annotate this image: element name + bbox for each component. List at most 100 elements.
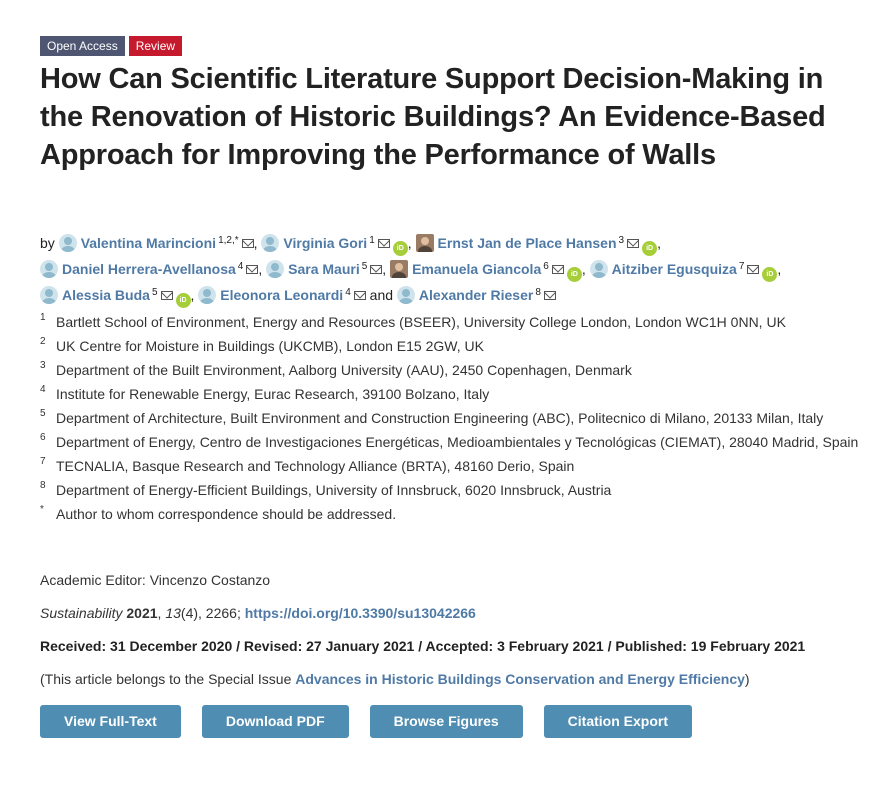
author-item: Emanuela Giancola 6iD, [390, 260, 586, 282]
affiliation-text: UK Centre for Moisture in Buildings (UKC… [56, 338, 484, 354]
author-link[interactable]: Daniel Herrera-Avellanosa [62, 261, 236, 277]
author-affiliation-sup: 6 [543, 261, 549, 272]
action-buttons: View Full-Text Download PDF Browse Figur… [40, 705, 692, 738]
affiliation-number: 3 [40, 360, 46, 371]
author-list: by Valentina Marincioni 1,2,*, Virginia G… [40, 230, 870, 308]
download-pdf-button[interactable]: Download PDF [201, 705, 349, 738]
citation-issue-pages: (4), 2266; [180, 605, 241, 621]
affiliation-text: TECNALIA, Basque Research and Technology… [56, 458, 575, 474]
special-issue-link[interactable]: Advances in Historic Buildings Conservat… [295, 671, 745, 687]
author-link[interactable]: Valentina Marincioni [81, 235, 216, 251]
avatar-icon [40, 286, 58, 304]
orcid-icon[interactable]: iD [392, 241, 408, 256]
email-icon[interactable] [160, 291, 173, 300]
author-item: Sara Mauri 5, [266, 260, 386, 278]
affiliation-item: 2 UK Centre for Moisture in Buildings (UK… [40, 336, 860, 356]
author-link[interactable]: Eleonora Leonardi [220, 287, 343, 303]
affiliation-number: 2 [40, 336, 46, 347]
email-icon[interactable] [747, 265, 760, 274]
author-item: Aitziber Egusquiza 7iD, [589, 260, 781, 282]
email-icon[interactable] [377, 239, 390, 248]
special-issue-suffix: ) [744, 671, 750, 687]
citation-year: 2021 [126, 605, 158, 621]
author-item: Alessia Buda 5iD, [40, 286, 194, 308]
citation-line: Sustainability 2021, 13(4), 2266; https:… [40, 605, 476, 621]
email-icon[interactable] [353, 291, 366, 300]
and-label: and [369, 287, 394, 303]
affiliation-number: 1 [40, 312, 46, 323]
doi-link[interactable]: https://doi.org/10.3390/su13042266 [245, 605, 476, 621]
orcid-icon[interactable]: iD [566, 267, 582, 282]
author-affiliation-sup: 8 [535, 287, 541, 298]
author-affiliation-sup: 4 [237, 261, 244, 272]
publication-dates: Received: 31 December 2020 / Revised: 27… [40, 638, 806, 654]
author-affiliation-sup: 5 [151, 287, 158, 298]
affiliation-list: 1 Bartlett School of Environment, Energy … [40, 312, 860, 528]
avatar-icon [261, 234, 280, 252]
email-icon[interactable] [627, 239, 640, 248]
affiliation-number: * [40, 504, 44, 515]
affiliation-number: 6 [40, 432, 46, 443]
author-item: Virginia Gori 1iD, [261, 234, 412, 256]
badges: Open Access Review [40, 36, 183, 56]
academic-editor: Academic Editor: Vincenzo Costanzo [40, 572, 271, 588]
email-icon[interactable] [241, 239, 254, 248]
affiliation-number: 8 [40, 480, 46, 491]
affiliation-text: Department of Energy, Centro de Investig… [56, 434, 859, 450]
by-label: by [40, 235, 55, 251]
author-affiliation-sup: 4 [345, 287, 351, 298]
email-icon[interactable] [246, 265, 259, 274]
affiliation-number: 5 [40, 408, 46, 419]
avatar-icon [58, 234, 77, 252]
orcid-icon[interactable]: iD [175, 293, 191, 308]
affiliation-item: 4 Institute for Renewable Energy, Eurac R… [40, 384, 860, 404]
author-link[interactable]: Alessia Buda [62, 287, 150, 303]
author-affiliation-sup: 3 [618, 235, 625, 246]
affiliation-text: Department of the Built Environment, Aal… [56, 362, 632, 378]
affiliation-item: 3 Department of the Built Environment, Aa… [40, 360, 860, 380]
avatar-icon [415, 234, 434, 252]
author-affiliation-sup: 1,2,* [218, 235, 239, 246]
avatar-icon [198, 286, 217, 304]
author-link[interactable]: Virginia Gori [283, 235, 367, 251]
citation-volume: 13 [165, 605, 181, 621]
review-badge: Review [128, 36, 183, 56]
article-title: How Can Scientific Literature Support De… [40, 63, 826, 171]
affiliation-item: 1 Bartlett School of Environment, Energy … [40, 312, 860, 332]
avatar-icon [589, 260, 608, 278]
affiliation-text: Author to whom correspondence should be … [56, 506, 397, 522]
affiliation-text: Department of Architecture, Built Enviro… [56, 410, 824, 426]
orcid-icon[interactable]: iD [642, 241, 658, 256]
affiliation-text: Department of Energy-Efficient Buildings… [56, 482, 612, 498]
author-link[interactable]: Ernst Jan de Place Hansen [438, 235, 617, 251]
author-item: Alexander Rieser 8 [396, 286, 556, 304]
affiliation-item: 5 Department of Architecture, Built Envir… [40, 408, 860, 428]
affiliation-item: 6 Department of Energy, Centro de Investi… [40, 432, 860, 452]
email-icon[interactable] [551, 265, 564, 274]
orcid-icon[interactable]: iD [762, 267, 778, 282]
browse-figures-button[interactable]: Browse Figures [369, 705, 523, 738]
open-access-badge: Open Access [40, 36, 125, 56]
avatar-icon [390, 260, 409, 278]
affiliation-item: 7 TECNALIA, Basque Research and Technolog… [40, 456, 860, 476]
author-affiliation-sup: 7 [738, 261, 745, 272]
avatar-icon [40, 260, 58, 278]
special-issue-prefix: (This article belongs to the Special Iss… [40, 671, 296, 687]
author-item: Daniel Herrera-Avellanosa 4, [40, 260, 262, 278]
author-link[interactable]: Emanuela Giancola [412, 261, 541, 277]
author-item: Eleonora Leonardi 4 [198, 286, 366, 304]
author-affiliation-sup: 1 [369, 235, 375, 246]
citation-export-button[interactable]: Citation Export [543, 705, 692, 738]
avatar-icon [396, 286, 415, 304]
affiliation-item: 8 Department of Energy-Efficient Building… [40, 480, 860, 500]
article-header: Open Access Review How Can Scientific Li… [0, 0, 887, 786]
view-full-text-button[interactable]: View Full-Text [40, 705, 181, 738]
email-icon[interactable] [543, 291, 556, 300]
affiliation-text: Institute for Renewable Energy, Eurac Re… [56, 386, 490, 402]
author-link[interactable]: Sara Mauri [288, 261, 360, 277]
author-link[interactable]: Alexander Rieser [419, 287, 533, 303]
avatar-icon [266, 260, 285, 278]
email-icon[interactable] [370, 265, 383, 274]
author-item: Ernst Jan de Place Hansen 3iD, [415, 234, 661, 256]
author-link[interactable]: Aitziber Egusquiza [612, 261, 737, 277]
